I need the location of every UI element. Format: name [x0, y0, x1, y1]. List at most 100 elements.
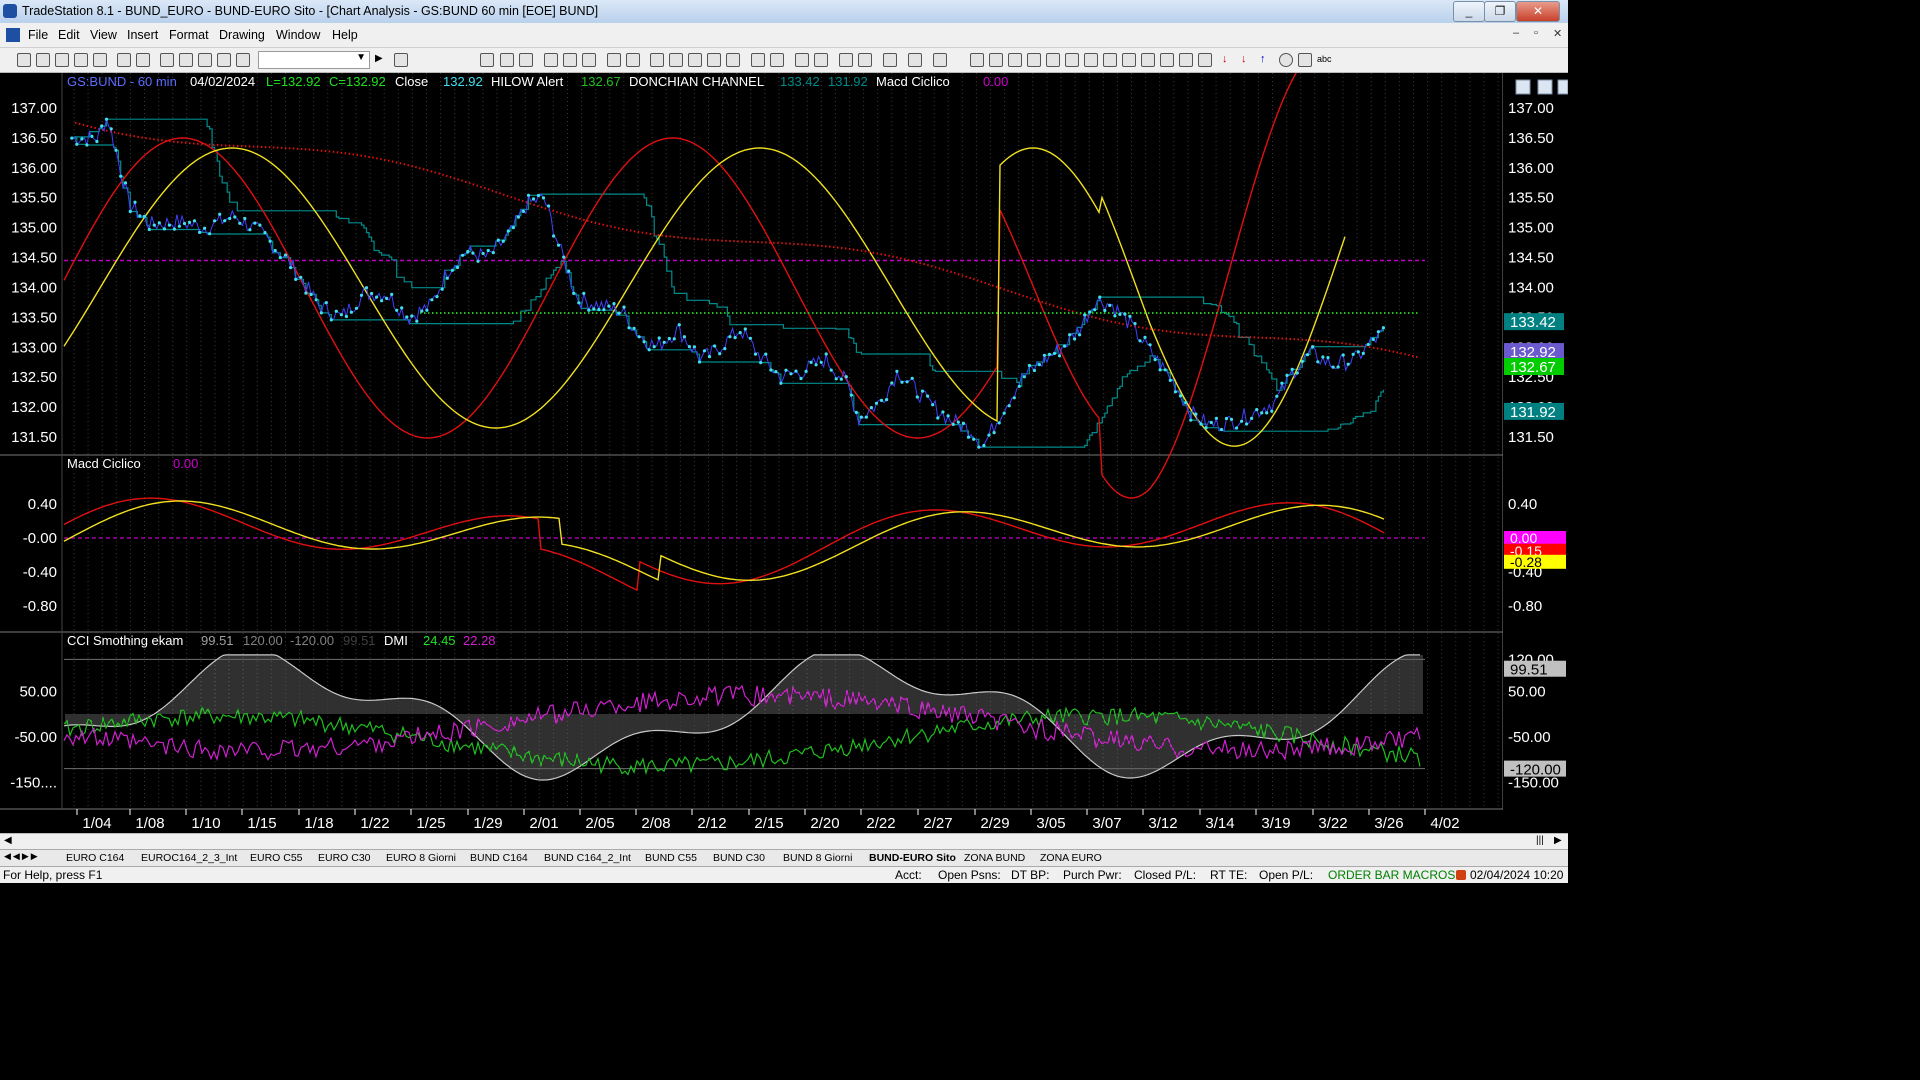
mdi-close-button[interactable]: ✕ — [1553, 27, 1562, 40]
close-button[interactable]: ✕ — [1516, 1, 1560, 22]
menu-window[interactable]: Window — [276, 28, 320, 42]
ruler-icon[interactable] — [1141, 53, 1155, 67]
indicator-icon[interactable] — [544, 53, 558, 67]
lock-icon[interactable] — [198, 53, 212, 67]
menu-help[interactable]: Help — [332, 28, 358, 42]
status-order-bar-macros[interactable]: ORDER BAR MACROS — [1328, 868, 1455, 882]
price-bar — [208, 232, 212, 236]
tab-bund-euro-sito[interactable]: BUND-EURO Sito — [869, 852, 956, 864]
ohlc-icon[interactable] — [669, 53, 683, 67]
tab-zona-bund[interactable]: ZONA BUND — [964, 852, 1025, 864]
gann-fan-icon[interactable] — [1103, 53, 1117, 67]
parallel-icon[interactable] — [1160, 53, 1174, 67]
tab-bund-c55[interactable]: BUND C55 — [645, 852, 697, 864]
crosshair-icon[interactable] — [858, 53, 872, 67]
dmi-minus-value: 22.28 — [463, 633, 496, 648]
symbol-combo[interactable]: ▼ — [258, 51, 370, 69]
horizontal-scrollbar[interactable]: ◀ ||| ▶ — [0, 833, 1568, 850]
pencil-icon[interactable] — [1198, 53, 1212, 67]
format-bar-icon[interactable] — [480, 53, 494, 67]
speed-line-icon[interactable] — [1084, 53, 1098, 67]
time-axis-label: 2/27 — [923, 815, 952, 832]
candle-icon[interactable] — [650, 53, 664, 67]
tab-bund-c30[interactable]: BUND C30 — [713, 852, 765, 864]
zoom-in-icon[interactable] — [795, 53, 809, 67]
text-tool-icon[interactable]: abc — [1317, 53, 1332, 65]
tab-bund-8-giorni[interactable]: BUND 8 Giorni — [783, 852, 852, 864]
arrow-down-red-icon[interactable]: ↓ — [1241, 53, 1253, 65]
pane-minimize-button[interactable] — [1515, 79, 1531, 95]
print-icon[interactable] — [136, 53, 150, 67]
data-window-icon[interactable] — [519, 53, 533, 67]
open-icon[interactable] — [36, 53, 50, 67]
find-icon[interactable] — [394, 53, 408, 67]
menu-edit[interactable]: Edit — [58, 28, 80, 42]
tab-euro-c164[interactable]: EURO C164 — [66, 852, 124, 864]
tab-euroc164-2-3-int[interactable]: EUROC164_2_3_Int — [141, 852, 237, 864]
menu-view[interactable]: View — [90, 28, 117, 42]
ellipse-icon[interactable] — [1279, 53, 1293, 67]
menu-file[interactable]: File — [28, 28, 48, 42]
globe-icon[interactable] — [236, 53, 250, 67]
mdi-restore-button[interactable]: ▫ — [1534, 27, 1538, 39]
tab-zona-euro[interactable]: ZONA EURO — [1040, 852, 1102, 864]
arrow-down-icon[interactable]: ↓ — [1222, 53, 1234, 65]
magnet-icon[interactable] — [883, 53, 897, 67]
trendline-icon[interactable] — [970, 53, 984, 67]
pane-close-button[interactable] — [1557, 79, 1569, 95]
alert-icon[interactable] — [933, 53, 947, 67]
tile-icon[interactable] — [179, 53, 193, 67]
menu-insert[interactable]: Insert — [127, 28, 158, 42]
scroll-right-icon[interactable]: ▶ — [1554, 835, 1562, 846]
renko-icon[interactable] — [726, 53, 740, 67]
andrews-fork-icon[interactable] — [1122, 53, 1136, 67]
fib-icon[interactable] — [1027, 53, 1041, 67]
tab-nav-arrows-icon[interactable]: ◀◀▶▶ — [4, 851, 40, 862]
arc-icon[interactable] — [1179, 53, 1193, 67]
zoom-out-icon[interactable] — [814, 53, 828, 67]
scroll-left-icon[interactable]: ◀ — [4, 835, 12, 846]
workspace-icon[interactable] — [74, 53, 88, 67]
chart-icon[interactable] — [217, 53, 231, 67]
go-arrow-icon[interactable]: ▶ — [375, 53, 387, 65]
mdi-minimize-button[interactable]: – — [1513, 27, 1519, 39]
save-icon[interactable] — [55, 53, 69, 67]
tab-euro-c55[interactable]: EURO C55 — [250, 852, 303, 864]
menu-format[interactable]: Format — [169, 28, 209, 42]
window-icon[interactable] — [160, 53, 174, 67]
channel-icon[interactable] — [1046, 53, 1060, 67]
horizontal-line-icon[interactable] — [989, 53, 1003, 67]
save-all-icon[interactable] — [93, 53, 107, 67]
minimize-button[interactable]: _ — [1453, 1, 1485, 22]
print-preview-icon[interactable] — [117, 53, 131, 67]
tab-euro-c30[interactable]: EURO C30 — [318, 852, 371, 864]
point-figure-icon[interactable] — [688, 53, 702, 67]
price-bar — [1184, 400, 1188, 405]
tradestation-app-icon — [3, 4, 17, 18]
pointer-icon[interactable] — [839, 53, 853, 67]
chart-analysis-window[interactable]: GS:BUND - 60 min 04/02/2024 L=132.92 C=1… — [0, 41, 1569, 833]
rectangle-icon[interactable] — [1298, 53, 1312, 67]
shift-right-icon[interactable] — [770, 53, 784, 67]
new-icon[interactable] — [17, 53, 31, 67]
pane-restore-button[interactable] — [1537, 79, 1553, 95]
kagi-icon[interactable] — [707, 53, 721, 67]
shift-left-icon[interactable] — [751, 53, 765, 67]
line-chart-icon[interactable] — [626, 53, 640, 67]
tab-bund-c164[interactable]: BUND C164 — [470, 852, 528, 864]
chart-window-icon[interactable] — [6, 28, 20, 42]
strategy-icon[interactable] — [563, 53, 577, 67]
chart-canvas[interactable]: GS:BUND - 60 min 04/02/2024 L=132.92 C=1… — [0, 41, 1569, 833]
maximize-button[interactable]: ❐ — [1484, 1, 1516, 22]
bar-chart-icon[interactable] — [607, 53, 621, 67]
settings-icon[interactable] — [908, 53, 922, 67]
tab-bund-c164-2-int[interactable]: BUND C164_2_Int — [544, 852, 631, 864]
regression-icon[interactable] — [1065, 53, 1079, 67]
refresh-icon[interactable] — [582, 53, 596, 67]
format-window-icon[interactable] — [500, 53, 514, 67]
vertical-line-icon[interactable] — [1008, 53, 1022, 67]
tab-euro-8-giorni[interactable]: EURO 8 Giorni — [386, 852, 456, 864]
scroll-thumb-icon[interactable]: ||| — [1536, 835, 1544, 846]
menu-drawing[interactable]: Drawing — [219, 28, 265, 42]
arrow-up-icon[interactable]: ↑ — [1260, 53, 1272, 65]
